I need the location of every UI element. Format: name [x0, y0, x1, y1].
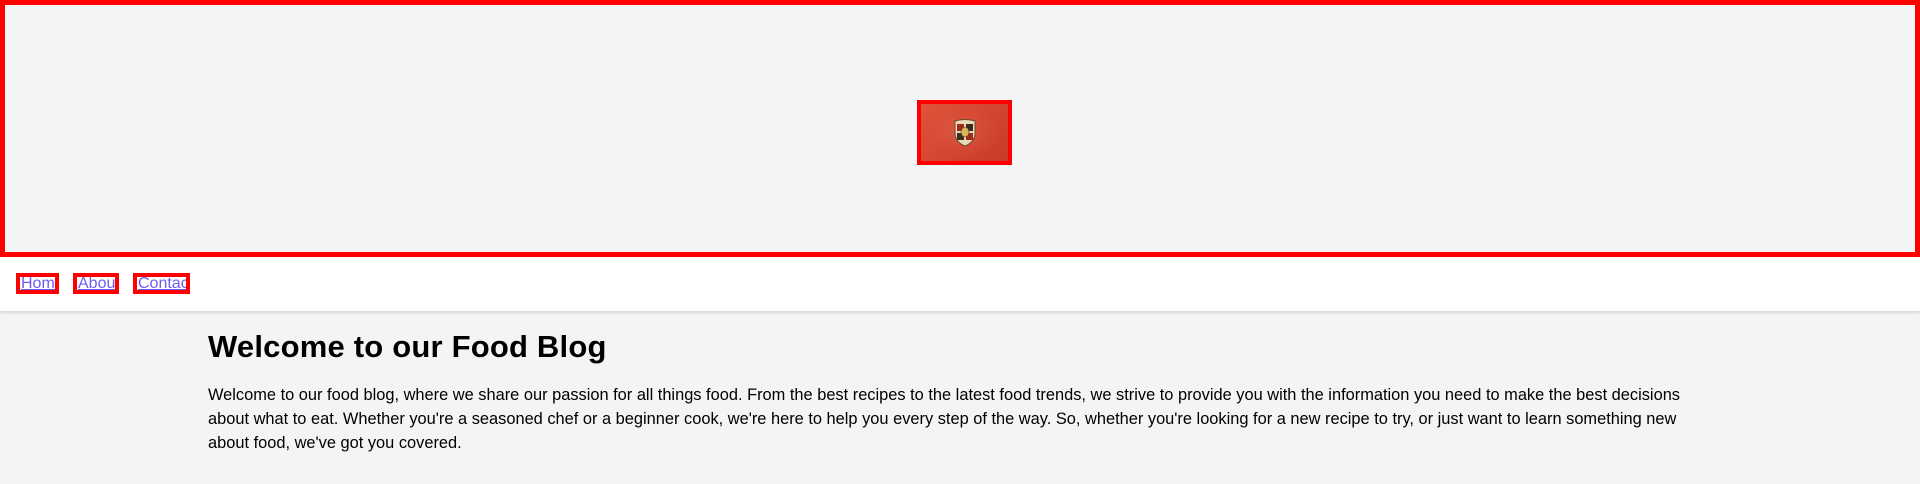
site-header	[0, 0, 1920, 257]
nav-link-home[interactable]: Home	[16, 273, 59, 294]
main-nav: Home About Contact	[0, 257, 1920, 311]
main-content: Welcome to our Food Blog Welcome to our …	[208, 325, 1708, 455]
crest-logo-icon	[954, 118, 975, 147]
nav-link-about[interactable]: About	[73, 273, 119, 294]
intro-paragraph: Welcome to our food blog, where we share…	[208, 386, 1681, 452]
nav-link-contact[interactable]: Contact	[133, 273, 190, 294]
site-logo[interactable]	[917, 100, 1012, 165]
page-title: Welcome to our Food Blog	[208, 329, 607, 364]
